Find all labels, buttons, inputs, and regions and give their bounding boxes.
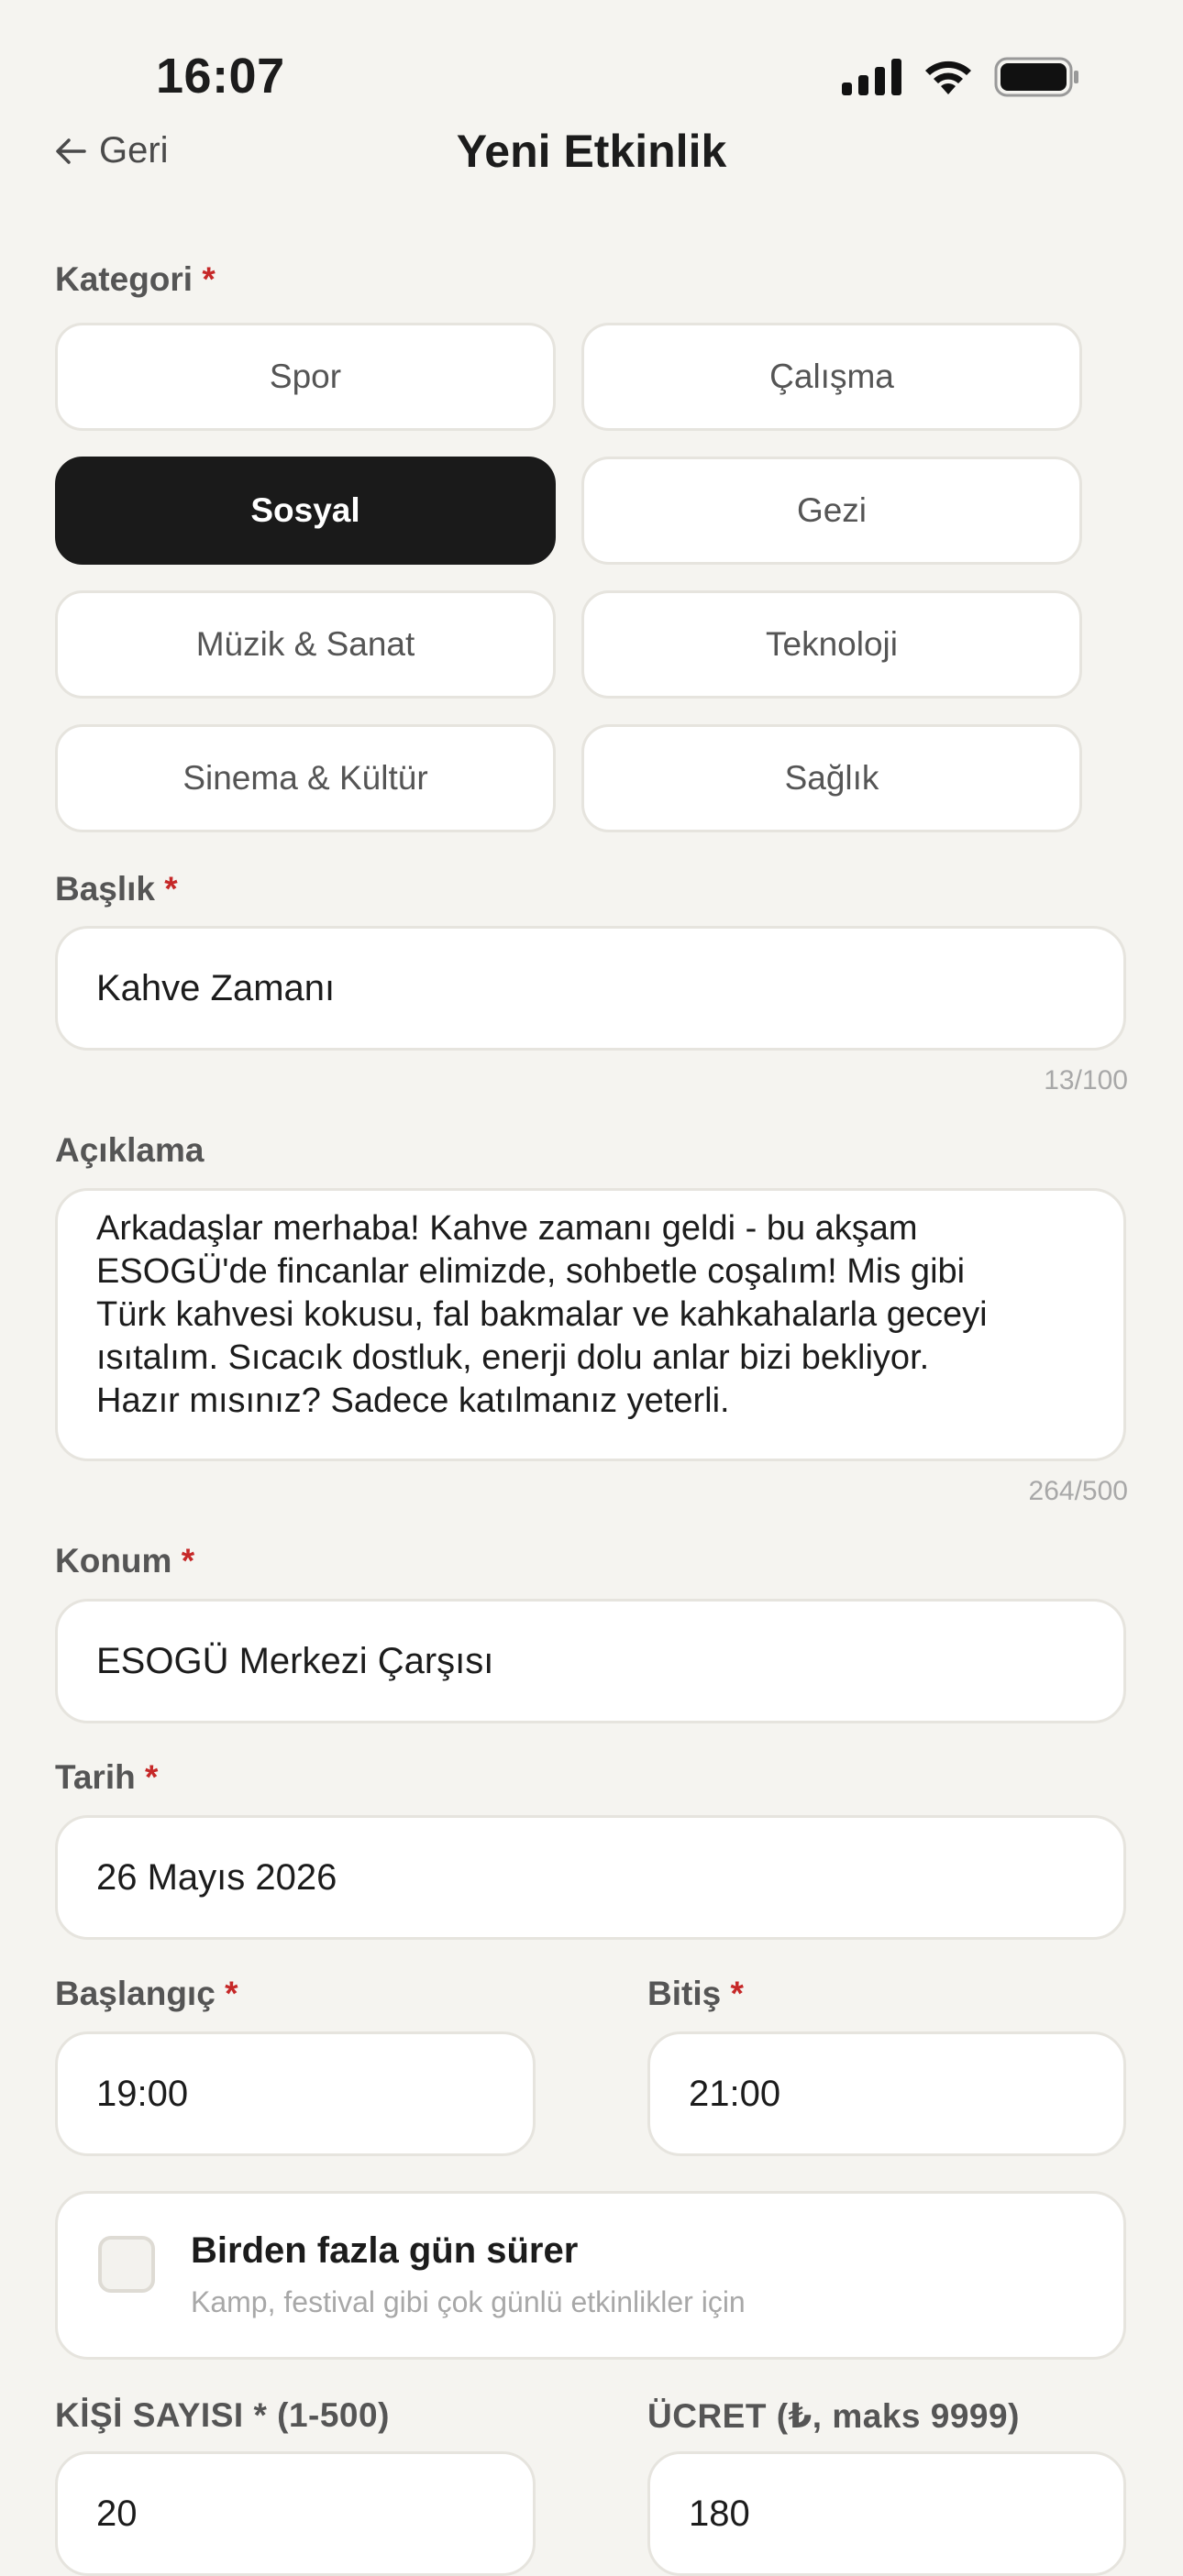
multi-day-title: Birden fazla gün sürer — [191, 2230, 579, 2271]
price-label: ÜCRET (₺, maks 9999) — [647, 2397, 1020, 2435]
category-label: Kategori * — [55, 260, 216, 298]
category-chip-sosyal[interactable]: Sosyal — [55, 457, 556, 565]
signal-icon — [842, 59, 901, 95]
description-line: Türk kahvesi kokusu, fal bakmalar ve kah… — [96, 1295, 988, 1334]
start-time-input[interactable]: 19:00 — [55, 2031, 536, 2156]
date-input[interactable]: 26 Mayıs 2026 — [55, 1815, 1126, 1940]
category-chip-muzik-sanat[interactable]: Müzik & Sanat — [55, 590, 556, 699]
wifi-icon — [925, 61, 971, 94]
status-icons — [842, 57, 1080, 97]
multi-day-checkbox[interactable] — [98, 2236, 155, 2293]
category-chip-gezi[interactable]: Gezi — [581, 457, 1082, 565]
category-chip-calisma[interactable]: Çalışma — [581, 323, 1082, 431]
multi-day-toggle[interactable]: Birden fazla gün sürer Kamp, festival gi… — [55, 2191, 1126, 2360]
description-line: ısıtalım. Sıcacık dostluk, enerji dolu a… — [96, 1338, 930, 1377]
end-label: Bitiş * — [647, 1975, 744, 2012]
location-label: Konum * — [55, 1542, 195, 1580]
description-label: Açıklama — [55, 1131, 205, 1169]
price-input[interactable]: 180 — [647, 2451, 1126, 2576]
status-time: 16:07 — [156, 49, 285, 104]
multi-day-subtitle: Kamp, festival gibi çok günlü etkinlikle… — [191, 2285, 746, 2318]
end-time-input[interactable]: 21:00 — [647, 2031, 1126, 2156]
description-line: Hazır mısınız? Sadece katılmanız yeterli… — [96, 1382, 730, 1420]
description-textarea[interactable]: Arkadaşlar merhaba! Kahve zamanı geldi -… — [55, 1188, 1126, 1461]
description-line: Arkadaşlar merhaba! Kahve zamanı geldi -… — [96, 1209, 918, 1248]
title-input[interactable]: Kahve Zamanı — [55, 926, 1126, 1051]
capacity-label: KİŞİ SAYISI * (1-500) — [55, 2396, 390, 2434]
description-line: ESOGÜ'de fincanlar elimizde, sohbetle co… — [96, 1252, 966, 1291]
title-counter: 13/100 — [1044, 1065, 1128, 1095]
date-label: Tarih * — [55, 1758, 159, 1796]
capacity-input[interactable]: 20 — [55, 2451, 536, 2576]
location-input[interactable]: ESOGÜ Merkezi Çarşısı — [55, 1599, 1126, 1723]
category-chip-teknoloji[interactable]: Teknoloji — [581, 590, 1082, 699]
category-chip-saglik[interactable]: Sağlık — [581, 724, 1082, 832]
category-chip-sinema-kultur[interactable]: Sinema & Kültür — [55, 724, 556, 832]
category-chip-spor[interactable]: Spor — [55, 323, 556, 431]
start-label: Başlangıç * — [55, 1975, 238, 2012]
page-title: Yeni Etkinlik — [456, 126, 727, 177]
description-counter: 264/500 — [1028, 1476, 1128, 1506]
title-label: Başlık * — [55, 870, 178, 908]
battery-icon — [994, 57, 1078, 97]
